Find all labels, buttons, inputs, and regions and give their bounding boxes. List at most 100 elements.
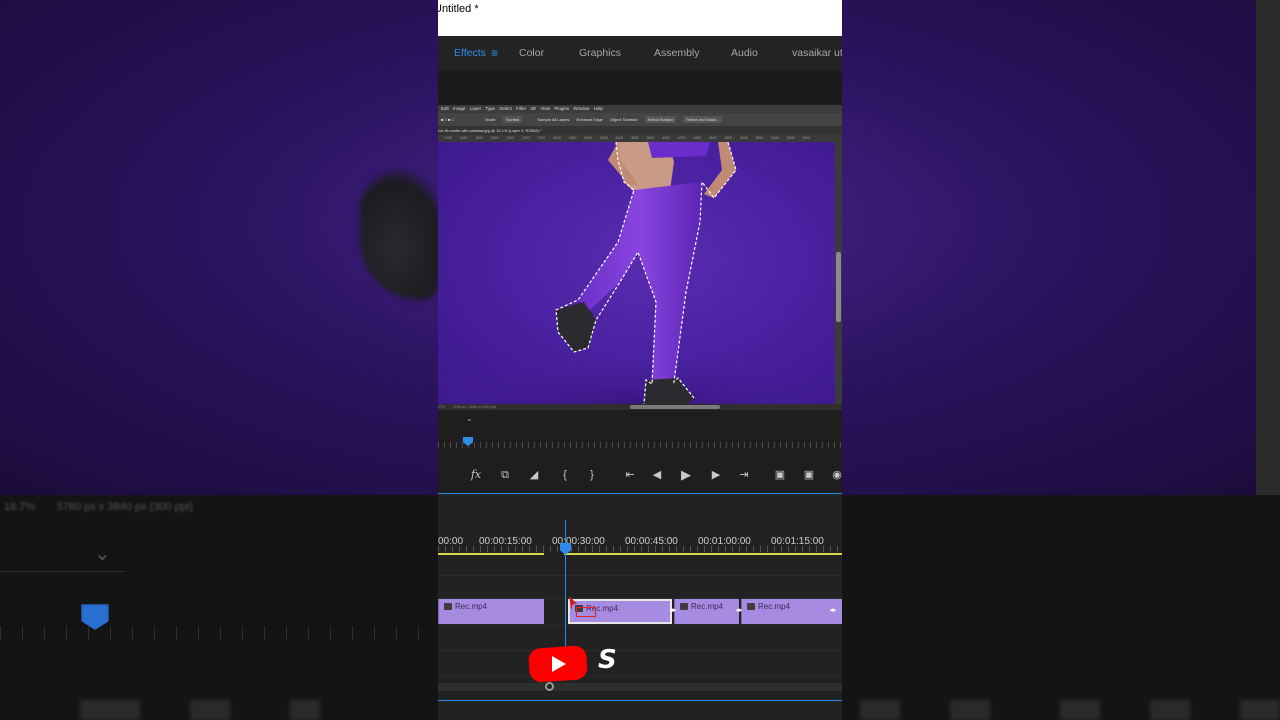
blurred-icon xyxy=(1240,700,1280,720)
right-arm-shape xyxy=(704,142,736,198)
ps-menu-help: Help xyxy=(593,106,603,111)
ps-menu-type: Type xyxy=(485,106,496,111)
fit-zoom-dropdown[interactable]: ⌄ xyxy=(438,414,478,428)
ps-canvas[interactable] xyxy=(438,142,835,404)
ps-select-subject: Select Subject xyxy=(644,116,677,123)
blurred-icon xyxy=(1150,700,1190,720)
timeline-clip[interactable]: Rec.mp4 xyxy=(438,599,544,624)
ps-options-bar: ■ □ ■ □ Mode: Normal Sample All Layers E… xyxy=(438,113,842,126)
premiere-window: Untitled * Effects ≡ Color Graphics Asse… xyxy=(438,0,842,720)
camera-icon[interactable]: ◉ xyxy=(827,462,842,488)
shorts-s-icon: S xyxy=(598,645,617,675)
ps-ruler-mark: 5200 xyxy=(755,136,764,140)
blurred-scrollbar xyxy=(1256,0,1280,495)
fx-badge-icon xyxy=(680,603,688,610)
mark-in-icon[interactable]: { xyxy=(555,462,575,488)
ps-scroll-thumb[interactable] xyxy=(836,252,841,322)
ps-select-and-mask: Select and Mask... xyxy=(683,116,723,123)
blurred-icon xyxy=(950,700,990,720)
ps-document-tab: active-fit-model-with-shadow.jpg @ 16.1%… xyxy=(438,126,842,135)
ps-menu-window: Window xyxy=(573,106,590,111)
ps-menu-filter: Filter xyxy=(516,106,527,111)
transition-handle-icon[interactable]: ◂▸ xyxy=(669,607,677,615)
ps-ruler-mark: 3800 xyxy=(646,136,655,140)
ps-menu-view: View xyxy=(540,106,551,111)
track-divider xyxy=(438,650,842,651)
workspace-tab-effects[interactable]: Effects xyxy=(454,36,486,70)
workspace-tab-custom[interactable]: vasaikar utt xyxy=(792,36,842,70)
lift-icon[interactable]: ▣ xyxy=(770,462,790,488)
extract-icon[interactable]: ▣ xyxy=(799,462,819,488)
fx-icon[interactable]: fx xyxy=(466,462,486,488)
ps-object-subtract: Object Subtract xyxy=(609,117,638,122)
step-back-icon[interactable]: ◀ xyxy=(647,462,667,488)
ps-mode-label: Mode: xyxy=(485,117,497,122)
blurred-chevron-down-icon: ⌄ xyxy=(94,543,111,565)
ps-ruler-mark: 1600 xyxy=(475,136,483,140)
timeline-clip[interactable]: Rec.mp4 xyxy=(741,599,842,624)
ps-ruler-mark: 4800 xyxy=(724,136,733,140)
export-frame-icon[interactable]: ⧉ xyxy=(495,462,515,488)
monitor-ruler-ticks xyxy=(438,442,842,448)
sports-bra-shape xyxy=(648,142,710,158)
youtube-shorts-icon xyxy=(528,645,588,683)
work-area-gap xyxy=(544,553,564,555)
transition-handle-icon[interactable]: ◂▸ xyxy=(735,607,743,615)
ps-ruler-mark: 2200 xyxy=(521,136,530,140)
hamburger-icon[interactable]: ≡ xyxy=(491,36,498,70)
timeline-ruler-ticks[interactable] xyxy=(438,546,842,552)
ps-ruler-mark: 5400 xyxy=(771,136,779,140)
ps-ruler-mark: 5800 xyxy=(802,136,811,140)
work-area-bar[interactable] xyxy=(438,553,842,555)
ps-ruler-mark: 5000 xyxy=(739,136,748,140)
fx-badge-icon xyxy=(747,603,755,610)
ps-menu-image: Image xyxy=(453,106,466,111)
ps-ruler-mark: 3400 xyxy=(615,136,624,140)
floor-shadow xyxy=(438,332,835,404)
blurred-zoom: 16.7% xyxy=(4,501,36,513)
step-forward-icon[interactable]: ▶ xyxy=(706,462,726,488)
ps-ruler-mark: 2000 xyxy=(506,136,515,140)
drag-preview-box xyxy=(576,607,596,617)
clip-label: Rec.mp4 xyxy=(455,602,488,611)
ps-sample-all: Sample All Layers xyxy=(537,117,570,122)
ps-ruler-mark: 4600 xyxy=(708,136,717,140)
ps-vertical-scrollbar[interactable] xyxy=(835,142,842,404)
mark-out-icon[interactable]: } xyxy=(582,462,602,488)
ps-ruler-mark: 4000 xyxy=(662,136,670,140)
ps-ruler-mark: 3000 xyxy=(584,136,592,140)
ps-ruler-mark: 4200 xyxy=(677,136,686,140)
add-marker-icon[interactable]: ◢ xyxy=(524,462,544,488)
ps-menu-layer: Layer xyxy=(469,106,482,111)
model-figure-image xyxy=(438,142,835,404)
ps-ruler-mark: 1400 xyxy=(459,136,468,140)
timeline-clip[interactable]: Rec.mp4 xyxy=(674,599,739,624)
transition-handle-icon[interactable]: ◂▸ xyxy=(829,607,837,615)
chevron-down-icon: ⌄ xyxy=(466,414,473,423)
play-icon[interactable]: ▶ xyxy=(676,462,696,488)
go-to-in-icon[interactable]: ⇤ xyxy=(620,462,640,488)
workspace-bar: Effects ≡ Color Graphics Assembly Audio … xyxy=(438,36,842,70)
ps-mode-value: Normal xyxy=(503,116,523,123)
ps-ruler-mark: 5600 xyxy=(786,136,795,140)
ps-ruler-mark: 3200 xyxy=(599,136,608,140)
ps-status-zoom: 17% xyxy=(438,405,446,409)
ps-menu-plugins: Plugins xyxy=(554,106,570,111)
workspace-tab-graphics[interactable]: Graphics xyxy=(579,36,621,70)
workspace-tab-audio[interactable]: Audio xyxy=(731,36,758,70)
workspace-tab-assembly[interactable]: Assembly xyxy=(654,36,700,70)
blurred-fx-icon xyxy=(80,700,140,720)
ps-enhance-edge: Enhance Edge xyxy=(576,117,603,122)
ps-ruler-mark: 2600 xyxy=(553,136,561,140)
ps-horizontal-scroll-thumb[interactable] xyxy=(630,405,720,409)
panel-bottom-line xyxy=(438,700,842,701)
clip-label: Rec.mp4 xyxy=(691,602,724,611)
timeline-scrollbar[interactable] xyxy=(438,683,842,691)
ps-menu-edit: Edit xyxy=(441,106,449,111)
go-to-out-icon[interactable]: ⇥ xyxy=(734,462,754,488)
workspace-tab-color[interactable]: Color xyxy=(519,36,544,70)
blurred-icon xyxy=(1060,700,1100,720)
ps-ruler-mark: 1200 xyxy=(444,136,452,140)
ps-menu-3d: 3D xyxy=(530,106,537,111)
program-monitor-video[interactable]: Edit Image Layer Type Select Filter 3D V… xyxy=(438,105,842,410)
